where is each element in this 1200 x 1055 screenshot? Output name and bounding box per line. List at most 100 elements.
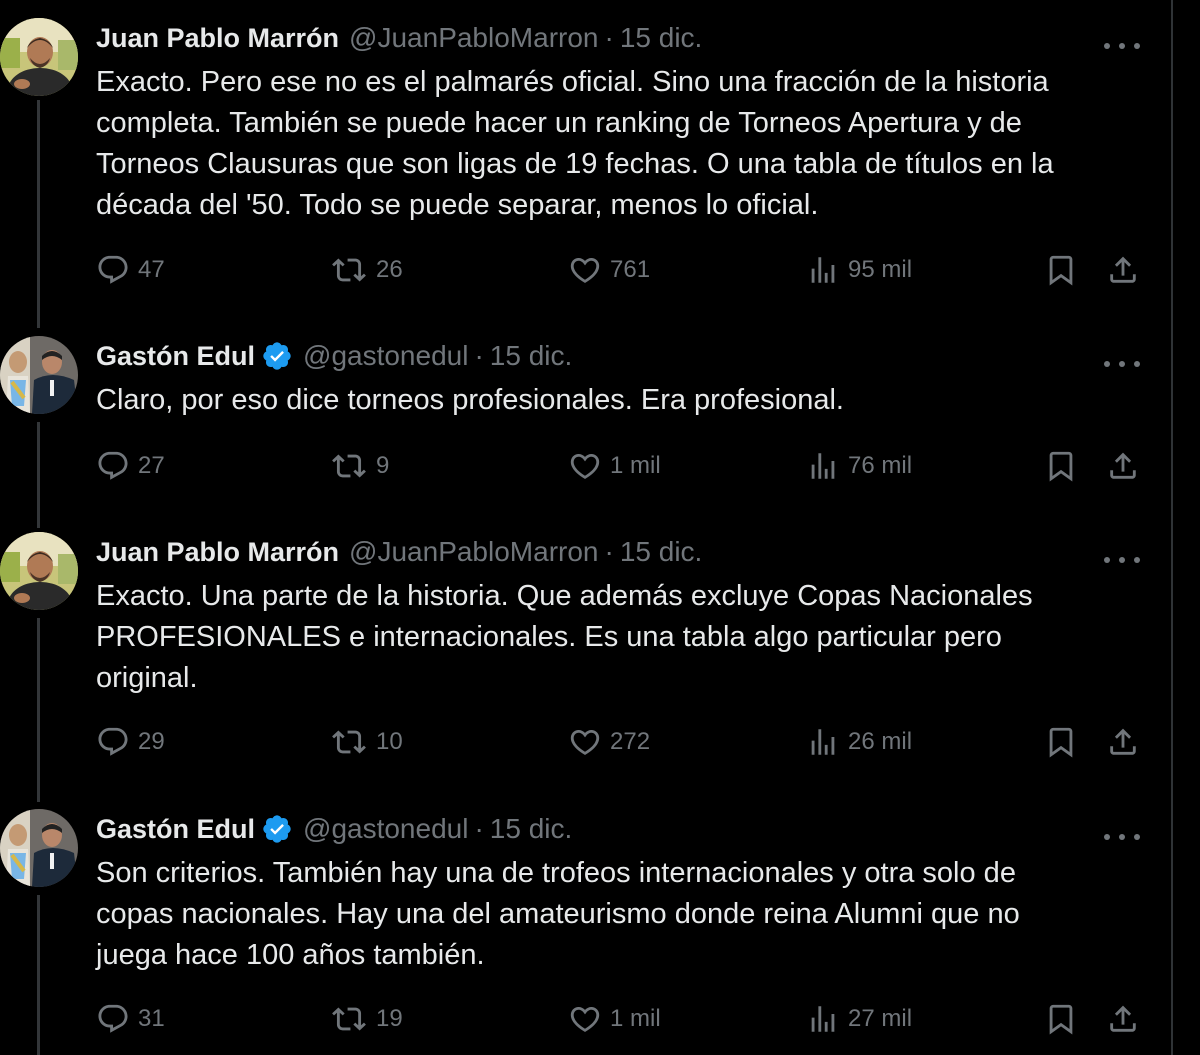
separator-dot: · — [604, 22, 614, 53]
like-button[interactable]: 272 — [568, 722, 650, 762]
tweet-actions: 31 19 1 mil 27 mil — [96, 999, 1156, 1039]
reply-button[interactable]: 31 — [96, 999, 165, 1039]
like-icon — [570, 453, 600, 479]
author-name[interactable]: Gastón Edul — [96, 814, 255, 845]
bookmark-button[interactable] — [1044, 250, 1078, 290]
reply-button[interactable]: 27 — [96, 446, 165, 486]
tweet[interactable]: Gastón Edul @gastonedul · 15 dic. Son cr… — [0, 809, 1171, 1055]
reply-count: 27 — [138, 452, 165, 479]
tweet-date[interactable]: 15 dic. — [490, 813, 573, 845]
share-button[interactable] — [1106, 722, 1140, 762]
tweet[interactable]: Gastón Edul @gastonedul · 15 dic. Claro,… — [0, 336, 1171, 496]
views-button[interactable]: 26 mil — [806, 722, 912, 762]
views-button[interactable]: 27 mil — [806, 999, 912, 1039]
like-icon — [570, 257, 600, 283]
tweet-text: Son criterios. También hay una de trofeo… — [96, 857, 1020, 971]
author-name[interactable]: Juan Pablo Marrón — [96, 23, 339, 54]
tweet-header: Gastón Edul @gastonedul · 15 dic. — [96, 336, 572, 376]
share-icon — [1110, 452, 1136, 479]
author-handle[interactable]: @gastonedul — [303, 813, 468, 845]
share-icon — [1110, 1005, 1136, 1032]
retweet-count: 10 — [376, 728, 403, 755]
tweet-text: Claro, por eso dice torneos profesionale… — [96, 384, 844, 416]
tweet-date[interactable]: 15 dic. — [490, 340, 573, 372]
retweet-icon — [332, 258, 366, 282]
tweet-text: Exacto. Pero ese no es el palmarés ofici… — [96, 66, 1054, 221]
bookmark-icon — [1049, 727, 1073, 758]
reply-count: 29 — [138, 728, 165, 755]
like-count: 761 — [610, 256, 651, 283]
retweet-button[interactable]: 26 — [330, 250, 403, 290]
avatar-juan-pablo-marron[interactable] — [0, 532, 78, 610]
share-icon — [1110, 256, 1136, 283]
author-name[interactable]: Juan Pablo Marrón — [96, 537, 339, 568]
share-button[interactable] — [1106, 446, 1140, 486]
tweet-header: Gastón Edul @gastonedul · 15 dic. — [96, 809, 572, 849]
reply-button[interactable]: 47 — [96, 250, 165, 290]
like-button[interactable]: 1 mil — [568, 999, 661, 1039]
reply-icon — [98, 451, 128, 480]
views-count: 76 mil — [848, 452, 913, 479]
author-handle[interactable]: @JuanPabloMarron — [349, 536, 598, 568]
author-handle[interactable]: @JuanPabloMarron — [349, 22, 598, 54]
retweet-count: 26 — [376, 256, 403, 283]
retweet-button[interactable]: 19 — [330, 999, 403, 1039]
bookmark-button[interactable] — [1044, 999, 1078, 1039]
more-icon[interactable] — [1104, 556, 1140, 564]
tweet-text: Exacto. Una parte de la historia. Que ad… — [96, 580, 1033, 694]
retweet-button[interactable]: 9 — [330, 446, 389, 486]
tweet-date[interactable]: 15 dic. — [620, 22, 703, 54]
verified-badge-icon[interactable] — [261, 813, 293, 845]
share-icon — [1110, 728, 1136, 755]
like-count: 1 mil — [610, 1005, 661, 1032]
bookmark-button[interactable] — [1044, 722, 1078, 762]
tweet-actions: 47 26 761 95 mil — [96, 250, 1156, 290]
reply-icon — [98, 1004, 128, 1033]
bookmark-icon — [1049, 451, 1073, 482]
more-icon[interactable] — [1104, 42, 1140, 50]
avatar-gaston-edul[interactable] — [0, 809, 78, 887]
tweet[interactable]: Juan Pablo Marrón @JuanPabloMarron · 15 … — [0, 18, 1171, 318]
views-icon — [811, 257, 835, 283]
conversation-thread: Juan Pablo Marrón @JuanPabloMarron · 15 … — [0, 0, 1200, 1055]
separator-dot: · — [604, 536, 614, 567]
retweet-icon — [332, 1007, 366, 1031]
tweet[interactable]: Juan Pablo Marrón @JuanPabloMarron · 15 … — [0, 532, 1171, 792]
avatar-gaston-edul[interactable] — [0, 336, 78, 414]
views-button[interactable]: 76 mil — [806, 446, 912, 486]
tweet-actions: 27 9 1 mil 76 mil — [96, 446, 1156, 486]
avatar-juan-pablo-marron[interactable] — [0, 18, 78, 96]
views-icon — [811, 453, 835, 479]
like-button[interactable]: 761 — [568, 250, 650, 290]
reply-icon — [98, 255, 128, 284]
like-count: 272 — [610, 728, 651, 755]
tweet-actions: 29 10 272 26 mil — [96, 722, 1156, 762]
bookmark-icon — [1049, 1004, 1073, 1035]
views-icon — [811, 1006, 835, 1032]
retweet-icon — [332, 454, 366, 478]
column-border — [1171, 0, 1173, 1055]
reply-count: 47 — [138, 256, 165, 283]
verified-badge-icon[interactable] — [261, 340, 293, 372]
share-button[interactable] — [1106, 999, 1140, 1039]
retweet-button[interactable]: 10 — [330, 722, 403, 762]
more-icon[interactable] — [1104, 360, 1140, 368]
retweet-icon — [332, 730, 366, 754]
views-button[interactable]: 95 mil — [806, 250, 912, 290]
reply-button[interactable]: 29 — [96, 722, 165, 762]
share-button[interactable] — [1106, 250, 1140, 290]
tweet-header: Juan Pablo Marrón @JuanPabloMarron · 15 … — [96, 18, 702, 58]
author-handle[interactable]: @gastonedul — [303, 340, 468, 372]
more-icon[interactable] — [1104, 833, 1140, 841]
like-button[interactable]: 1 mil — [568, 446, 661, 486]
tweet-header: Juan Pablo Marrón @JuanPabloMarron · 15 … — [96, 532, 702, 572]
views-icon — [811, 729, 835, 755]
tweet-date[interactable]: 15 dic. — [620, 536, 703, 568]
bookmark-button[interactable] — [1044, 446, 1078, 486]
views-count: 26 mil — [848, 728, 913, 755]
retweet-count: 9 — [376, 452, 390, 479]
author-name[interactable]: Gastón Edul — [96, 341, 255, 372]
views-count: 27 mil — [848, 1005, 913, 1032]
retweet-count: 19 — [376, 1005, 403, 1032]
like-count: 1 mil — [610, 452, 661, 479]
